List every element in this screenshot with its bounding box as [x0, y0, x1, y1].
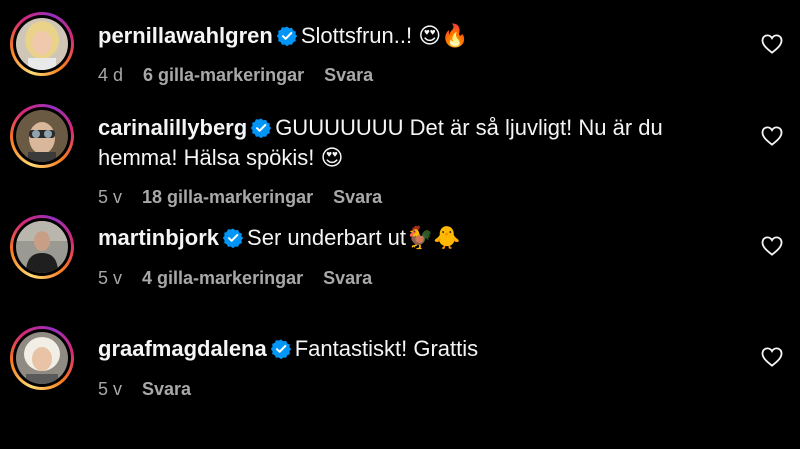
avatar [16, 18, 68, 70]
heart-outline-icon[interactable] [761, 347, 783, 367]
username-link[interactable]: pernillawahlgren [98, 23, 273, 48]
comment-meta: 5 v 18 gilla-markeringar Svara [98, 187, 382, 208]
avatar-story-ring[interactable] [10, 104, 74, 168]
verified-badge-icon [276, 26, 297, 46]
reply-button[interactable]: Svara [323, 268, 372, 289]
heart-outline-icon[interactable] [761, 126, 783, 146]
likes-count-button[interactable]: 4 gilla-markeringar [142, 268, 303, 289]
comment-line: pernillawahlgren Slottsfrun..! 😍🔥 [98, 21, 720, 51]
comment-time[interactable]: 5 v [98, 187, 122, 208]
comment-meta: 5 v Svara [98, 379, 191, 400]
avatar-story-ring[interactable] [10, 12, 74, 76]
comment-line: carinalillyberg GUUUUUUU Det är så ljuvli… [98, 113, 720, 173]
avatar [16, 110, 68, 162]
comment-time[interactable]: 5 v [98, 268, 122, 289]
comment-time[interactable]: 4 d [98, 65, 123, 86]
reply-button[interactable]: Svara [142, 379, 191, 400]
comment-text: Slottsfrun..! 😍🔥 [300, 23, 469, 48]
comment-text: Fantastiskt! Grattis [294, 336, 479, 361]
comment-meta: 5 v 4 gilla-markeringar Svara [98, 268, 372, 289]
username-link[interactable]: martinbjork [98, 225, 219, 250]
comment-text: Ser underbart ut🐓🐥 [247, 225, 461, 250]
comment-line: graafmagdalena Fantastiskt! Grattis [98, 334, 720, 364]
verified-badge-icon [223, 228, 244, 248]
verified-badge-icon [251, 118, 272, 138]
username-link[interactable]: carinalillyberg [98, 115, 247, 140]
verified-badge-icon [270, 339, 291, 359]
avatar-story-ring[interactable] [10, 215, 74, 279]
reply-button[interactable]: Svara [324, 65, 373, 86]
avatar-story-ring[interactable] [10, 326, 74, 390]
avatar [16, 332, 68, 384]
likes-count-button[interactable]: 18 gilla-markeringar [142, 187, 313, 208]
username-link[interactable]: graafmagdalena [98, 336, 267, 361]
avatar [16, 221, 68, 273]
comment-meta: 4 d 6 gilla-markeringar Svara [98, 65, 373, 86]
likes-count-button[interactable]: 6 gilla-markeringar [143, 65, 304, 86]
comment-line: martinbjork Ser underbart ut🐓🐥 [98, 223, 720, 253]
heart-outline-icon[interactable] [761, 236, 783, 256]
heart-outline-icon[interactable] [761, 34, 783, 54]
comment-time[interactable]: 5 v [98, 379, 122, 400]
reply-button[interactable]: Svara [333, 187, 382, 208]
